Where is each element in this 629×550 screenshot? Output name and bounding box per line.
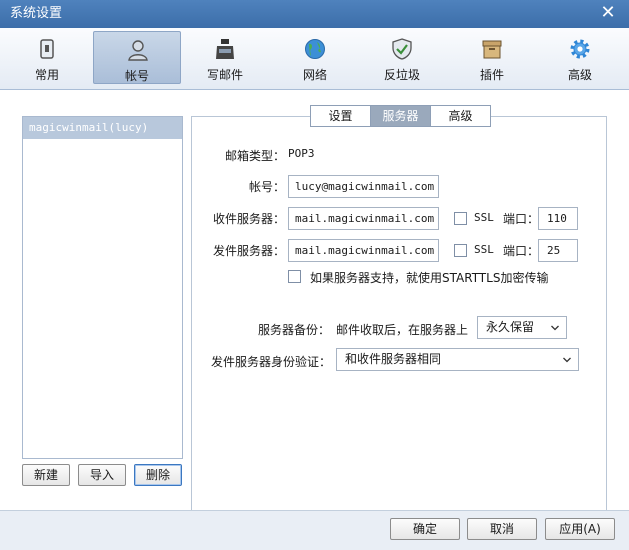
toolbar-item-plugins[interactable]: 插件 (448, 31, 536, 84)
starttls-checkbox[interactable] (288, 270, 301, 283)
incoming-server-field[interactable]: mail.magicwinmail.com (288, 207, 439, 230)
smtp-auth-select[interactable]: 和收件服务器相同 (336, 348, 579, 371)
server-backup-label: 服务器备份： (258, 323, 331, 337)
mailbox-type-value: POP3 (288, 147, 315, 160)
incoming-server-label: 收件服务器： (212, 212, 285, 226)
account-field[interactable]: lucy@magicwinmail.com (288, 175, 439, 198)
gear-icon (570, 39, 590, 59)
title-bar: 系统设置 ✕ (0, 0, 629, 28)
globe-icon (305, 39, 325, 59)
toolbar-item-advanced[interactable]: 高级 (536, 31, 624, 84)
window-title: 系统设置 (10, 6, 63, 21)
account-label: 帐号： (248, 180, 285, 194)
box-icon (482, 40, 502, 59)
apply-button[interactable]: 应用(A) (545, 518, 615, 540)
mailbox-type-label: 邮箱类型： (224, 149, 285, 163)
tab-settings[interactable]: 设置 (310, 105, 371, 127)
inkwell-icon (216, 39, 234, 59)
main-area: magicwinmail(lucy) 新建 导入 删除 设置 服务器 高级 邮箱… (0, 90, 629, 549)
toolbar-item-compose[interactable]: 写邮件 (181, 31, 269, 84)
toolbar-item-label: 常用 (34, 68, 59, 82)
toolbar-item-network[interactable]: 网络 (271, 31, 359, 84)
server-backup-select[interactable]: 永久保留 (477, 316, 567, 339)
shield-icon (392, 38, 412, 60)
toolbar-item-label: 反垃圾 (383, 68, 420, 82)
toolbar-item-general[interactable]: 常用 (3, 31, 91, 84)
incoming-port-field[interactable]: 110 (538, 207, 578, 230)
toolbar-item-label: 写邮件 (206, 68, 243, 82)
incoming-ssl-checkbox[interactable] (454, 212, 467, 225)
settings-toolbar: 常用 帐号 写邮件 网络 反垃圾 插件 高级 (0, 28, 629, 90)
toolbar-item-account[interactable]: 帐号 (93, 31, 181, 84)
dialog-footer: 确定 取消 应用(A) (0, 510, 629, 550)
import-account-button[interactable]: 导入 (78, 464, 126, 486)
starttls-label: 如果服务器支持，就使用STARTTLS加密传输 (310, 271, 549, 285)
close-icon[interactable]: ✕ (599, 4, 617, 22)
account-list-item[interactable]: magicwinmail(lucy) (23, 117, 182, 139)
tab-advanced[interactable]: 高级 (430, 105, 491, 127)
ok-button[interactable]: 确定 (390, 518, 460, 540)
smtp-auth-selected: 和收件服务器相同 (345, 352, 442, 366)
outgoing-ssl-label: SSL (474, 243, 494, 256)
tab-server[interactable]: 服务器 (370, 105, 431, 127)
toolbar-item-label: 高级 (567, 68, 592, 82)
phone-icon (40, 39, 54, 59)
chevron-down-icon (563, 357, 571, 363)
outgoing-port-label: 端口： (503, 244, 540, 258)
settings-tabs: 设置 服务器 高级 (310, 105, 491, 127)
cancel-button[interactable]: 取消 (467, 518, 537, 540)
account-list: magicwinmail(lucy) (22, 116, 183, 459)
outgoing-server-field[interactable]: mail.magicwinmail.com (288, 239, 439, 262)
outgoing-server-label: 发件服务器： (212, 244, 285, 258)
outgoing-port-field[interactable]: 25 (538, 239, 578, 262)
toolbar-item-label: 帐号 (124, 69, 149, 83)
new-account-button[interactable]: 新建 (22, 464, 70, 486)
server-backup-text: 邮件收取后，在服务器上 (336, 323, 469, 337)
server-backup-selected: 永久保留 (486, 320, 535, 334)
smtp-auth-label: 发件服务器身份验证： (211, 355, 332, 369)
toolbar-item-label: 插件 (479, 68, 504, 82)
incoming-port-label: 端口： (503, 212, 540, 226)
chevron-down-icon (551, 325, 559, 331)
toolbar-item-label: 网络 (302, 68, 327, 82)
toolbar-item-antispam[interactable]: 反垃圾 (358, 31, 446, 84)
incoming-ssl-label: SSL (474, 211, 494, 224)
outgoing-ssl-checkbox[interactable] (454, 244, 467, 257)
delete-account-button[interactable]: 删除 (134, 464, 182, 486)
user-icon (128, 40, 148, 61)
